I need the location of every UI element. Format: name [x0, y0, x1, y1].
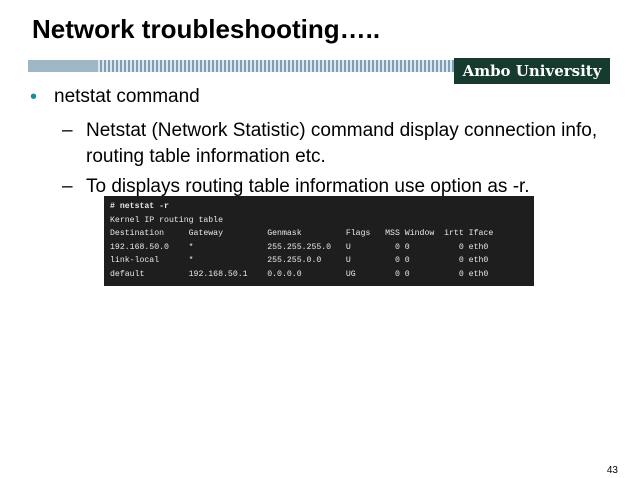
- university-logo-badge: Ambo University: [454, 58, 610, 84]
- page-number: 43: [606, 465, 618, 476]
- slide-title: Network troubleshooting…..: [32, 14, 381, 44]
- dash-icon: –: [62, 176, 73, 197]
- terminal-column-header: Destination Gateway Genmask Flags MSS Wi…: [110, 229, 494, 238]
- terminal-route-row: 192.168.50.0 * 255.255.255.0 U 0 0 0 eth…: [110, 242, 489, 252]
- bullet-text: netstat command: [54, 86, 200, 107]
- title-decoration-bar: [28, 60, 454, 72]
- terminal-route-row: default 192.168.50.1 0.0.0.0 UG 0 0 0 et…: [110, 269, 489, 279]
- terminal-screenshot: # netstat -r Kernel IP routing table Desti…: [104, 196, 534, 286]
- bullet-icon: •: [30, 86, 38, 108]
- sub-item-text: Netstat (Network Statistic) command disp…: [86, 120, 598, 167]
- terminal-heading-line: Kernel IP routing table: [110, 215, 224, 225]
- dash-icon: –: [62, 120, 73, 141]
- terminal-command-line: # netstat -r: [110, 202, 169, 211]
- terminal-route-row: link-local * 255.255.0.0 U 0 0 0 eth0: [110, 256, 489, 265]
